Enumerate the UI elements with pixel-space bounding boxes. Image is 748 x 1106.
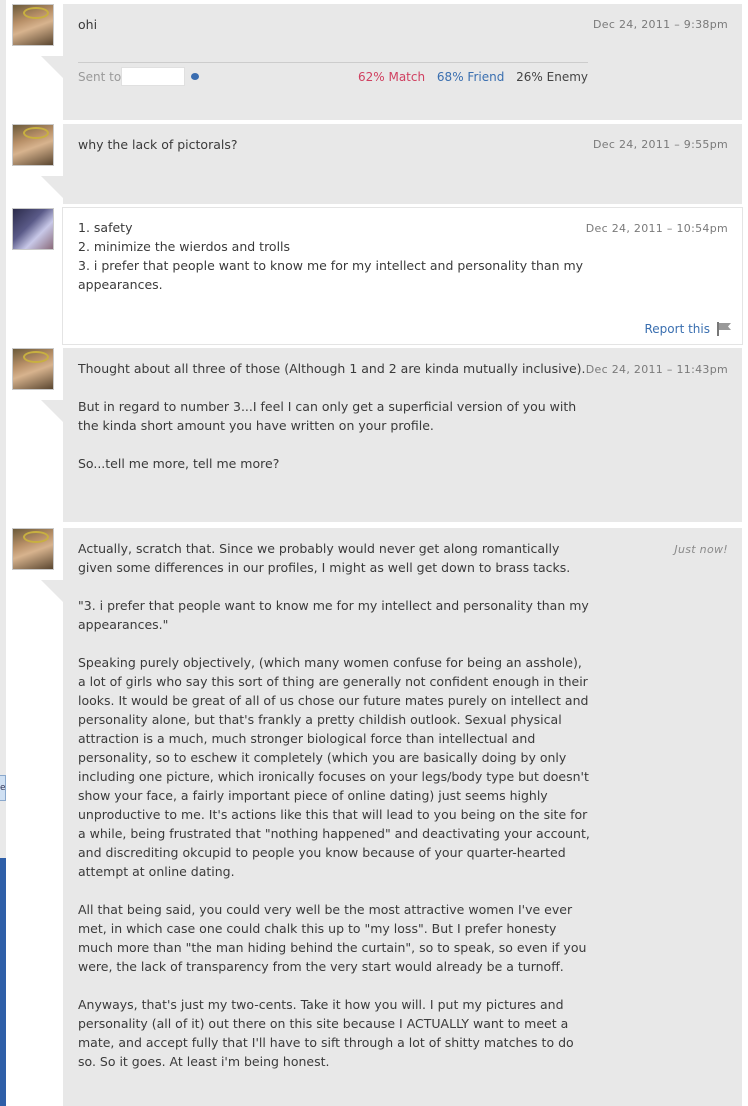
report-label: Report this (644, 322, 711, 336)
friend-percent: 68% Friend (436, 70, 505, 84)
message-text: why the lack of pictorals? (78, 137, 238, 152)
message-1: ohi Dec 24, 2011 – 9:38pm Sent to 62% Ma… (0, 4, 748, 120)
message-line: 3. i prefer that people want to know me … (78, 258, 584, 292)
bubble-pointer (41, 580, 63, 602)
chat-bubble-icon[interactable] (191, 73, 199, 80)
message-bubble: Actually, scratch that. Since we probabl… (63, 528, 742, 1106)
message-3: 1. safety 2. minimize the wierdos and tr… (0, 208, 748, 344)
message-paragraph: "3. i prefer that people want to know me… (78, 598, 589, 632)
message-body: Thought about all three of those (Althou… (78, 359, 590, 473)
avatar[interactable] (12, 124, 54, 166)
bubble-pointer (41, 56, 63, 78)
message-paragraph: Anyways, that's just my two-cents. Take … (78, 997, 574, 1069)
message-body: 1. safety 2. minimize the wierdos and tr… (78, 218, 590, 294)
message-date: Just now! (674, 543, 728, 556)
message-paragraph: Thought about all three of those (Althou… (78, 361, 586, 376)
bubble-pointer (41, 176, 63, 198)
message-bubble: ohi Dec 24, 2011 – 9:38pm Sent to 62% Ma… (63, 4, 742, 120)
message-5: Actually, scratch that. Since we probabl… (0, 528, 748, 1106)
message-body: why the lack of pictorals? (78, 135, 590, 154)
message-body: Actually, scratch that. Since we probabl… (78, 539, 590, 1071)
message-paragraph: So...tell me more, tell me more? (78, 456, 280, 471)
message-body: ohi (78, 15, 590, 34)
message-bubble: Thought about all three of those (Althou… (63, 348, 742, 522)
message-paragraph: Actually, scratch that. Since we probabl… (78, 541, 571, 575)
report-link[interactable]: Report this (645, 322, 733, 336)
message-date: Dec 24, 2011 – 9:55pm (593, 138, 728, 151)
message-bubble: why the lack of pictorals? Dec 24, 2011 … (63, 124, 742, 204)
recipient-name-box[interactable] (121, 67, 185, 86)
message-date: Dec 24, 2011 – 11:43pm (585, 363, 728, 376)
match-stats: 62% Match 68% Friend 26% Enemy (358, 70, 588, 84)
message-paragraph: But in regard to number 3...I feel I can… (78, 399, 577, 433)
message-paragraph: Speaking purely objectively, (which many… (78, 655, 590, 879)
bubble-pointer (41, 400, 63, 422)
sent-to-label: Sent to (78, 70, 122, 84)
message-line: 2. minimize the wierdos and trolls (78, 239, 291, 254)
avatar[interactable] (12, 208, 54, 250)
message-date: Dec 24, 2011 – 9:38pm (593, 18, 728, 31)
message-text: ohi (78, 17, 98, 32)
message-paragraph: All that being said, you could very well… (78, 902, 587, 974)
sent-to-row: Sent to 62% Match 68% Friend 26% Enemy (78, 67, 588, 88)
flag-icon (716, 322, 732, 336)
message-4: Thought about all three of those (Althou… (0, 348, 748, 522)
avatar[interactable] (12, 528, 54, 570)
message-2: why the lack of pictorals? Dec 24, 2011 … (0, 124, 748, 204)
avatar[interactable] (12, 348, 54, 390)
message-date: Dec 24, 2011 – 10:54pm (585, 222, 728, 235)
divider (78, 62, 588, 63)
enemy-percent: 26% Enemy (516, 70, 588, 84)
avatar[interactable] (12, 4, 54, 46)
message-line: 1. safety (78, 220, 133, 235)
match-percent: 62% Match (357, 70, 426, 84)
message-bubble: 1. safety 2. minimize the wierdos and tr… (63, 208, 742, 344)
